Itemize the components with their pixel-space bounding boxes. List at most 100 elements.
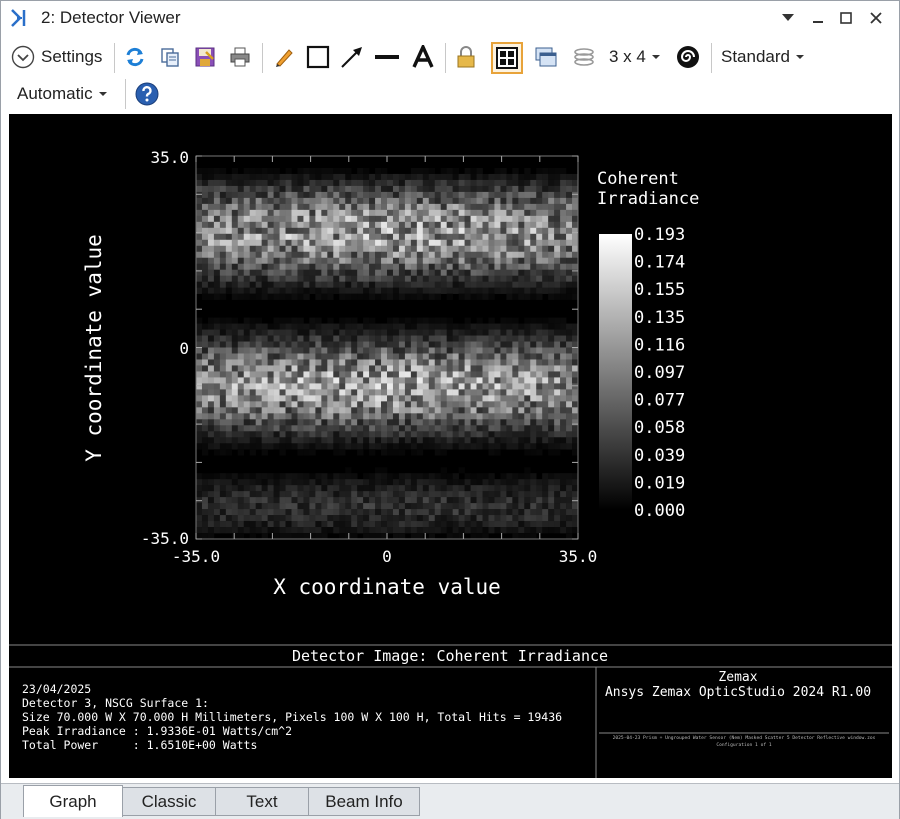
heatmap-cell	[398, 221, 406, 229]
tab-graph[interactable]: Graph	[23, 785, 123, 817]
refresh-button[interactable]	[122, 44, 148, 70]
heatmap-cell	[267, 281, 274, 288]
heatmap-cell	[315, 533, 322, 540]
heatmap-cell	[375, 425, 382, 432]
text-tool-button[interactable]	[410, 44, 436, 70]
heatmap-cell	[255, 197, 262, 205]
irradiance-heatmap	[196, 167, 579, 540]
heatmap-cell	[482, 335, 489, 342]
standard-dropdown[interactable]: Standard	[721, 44, 805, 70]
heatmap-cell	[249, 197, 256, 205]
heatmap-cell	[554, 281, 561, 288]
heatmap-cell	[225, 377, 233, 384]
y-tick-bottom: -35.0	[141, 529, 189, 548]
layout-dropdown[interactable]: 3 x 4	[609, 44, 661, 70]
heatmap-cell	[458, 341, 465, 348]
heatmap-cell	[506, 263, 513, 270]
grid-toggle-button[interactable]	[491, 42, 523, 74]
help-button[interactable]	[134, 81, 160, 107]
save-button[interactable]	[192, 44, 218, 70]
settings-button[interactable]: Settings	[11, 44, 102, 70]
colorbar-tick-label: 0.000	[634, 501, 685, 521]
heatmap-cell	[464, 233, 471, 241]
close-button[interactable]	[863, 5, 889, 31]
heatmap-cell	[201, 269, 209, 276]
heatmap-cell	[225, 407, 233, 414]
heatmap-cell	[524, 191, 531, 199]
heatmap-cell	[530, 425, 537, 432]
minimize-button[interactable]	[805, 5, 831, 31]
tab-classic[interactable]: Classic	[122, 787, 216, 816]
heatmap-cell	[339, 497, 346, 504]
heatmap-cell	[392, 353, 400, 360]
heatmap-cell	[387, 383, 394, 390]
window-button[interactable]	[533, 44, 559, 70]
heatmap-cell	[243, 515, 251, 522]
heatmap-cell	[291, 479, 298, 486]
heatmap-cell	[297, 227, 304, 235]
heatmap-cell	[225, 281, 233, 288]
toolbar-divider	[711, 43, 712, 73]
heatmap-cell	[315, 185, 322, 193]
automatic-dropdown[interactable]: Automatic	[17, 81, 108, 107]
heatmap-cell	[291, 209, 298, 217]
heatmap-cell	[524, 275, 531, 282]
heatmap-cell	[196, 245, 203, 253]
heatmap-cell	[387, 497, 394, 504]
heatmap-cell	[261, 395, 268, 402]
spiral-button[interactable]	[675, 44, 701, 70]
heatmap-cell	[572, 353, 579, 360]
heatmap-cell	[339, 449, 346, 456]
heatmap-cell	[476, 395, 483, 402]
pencil-tool-button[interactable]	[271, 44, 297, 70]
heatmap-cell	[572, 395, 579, 402]
heatmap-cell	[470, 167, 477, 175]
dropdown-menu-button[interactable]	[775, 5, 801, 31]
maximize-button[interactable]	[833, 5, 859, 31]
heatmap-cell	[554, 335, 561, 342]
heatmap-cell	[524, 425, 531, 432]
heatmap-cell	[345, 497, 352, 504]
heatmap-cell	[285, 167, 292, 175]
heatmap-cell	[243, 185, 251, 193]
rectangle-tool-button[interactable]	[305, 44, 331, 70]
heatmap-cell	[542, 257, 549, 265]
copy-button[interactable]	[157, 44, 183, 70]
heatmap-cell	[392, 209, 400, 217]
heatmap-cell	[273, 191, 280, 199]
heatmap-cell	[225, 515, 233, 522]
heatmap-cell	[381, 371, 388, 378]
heatmap-cell	[351, 317, 358, 324]
heatmap-cell	[249, 173, 256, 181]
heatmap-cell	[327, 395, 334, 402]
heatmap-cell	[392, 341, 400, 348]
heatmap-cell	[196, 317, 203, 324]
line-tool-button[interactable]	[374, 44, 400, 70]
heatmap-cell	[285, 527, 292, 534]
heatmap-cell	[345, 479, 352, 486]
heatmap-cell	[357, 497, 364, 504]
heatmap-cell	[225, 173, 233, 181]
heatmap-cell	[291, 437, 298, 444]
heatmap-cell	[207, 197, 215, 205]
heatmap-cell	[476, 263, 483, 270]
lock-button[interactable]	[453, 44, 479, 70]
tab-beam-info[interactable]: Beam Info	[308, 787, 420, 816]
heatmap-cell	[560, 173, 567, 181]
heatmap-cell	[482, 251, 489, 259]
heatmap-cell	[387, 185, 394, 193]
heatmap-cell	[231, 227, 239, 235]
heatmap-cell	[213, 203, 221, 211]
heatmap-cell	[422, 191, 430, 199]
heatmap-cell	[566, 431, 573, 438]
layers-button[interactable]	[571, 44, 597, 70]
heatmap-cell	[452, 473, 459, 480]
print-button[interactable]	[227, 44, 253, 70]
heatmap-cell	[488, 419, 495, 426]
heatmap-cell	[506, 245, 513, 253]
arrow-tool-button[interactable]	[339, 44, 365, 70]
tab-text[interactable]: Text	[215, 787, 309, 816]
heatmap-cell	[476, 473, 483, 480]
heatmap-cell	[363, 413, 370, 420]
heatmap-cell	[416, 407, 424, 414]
